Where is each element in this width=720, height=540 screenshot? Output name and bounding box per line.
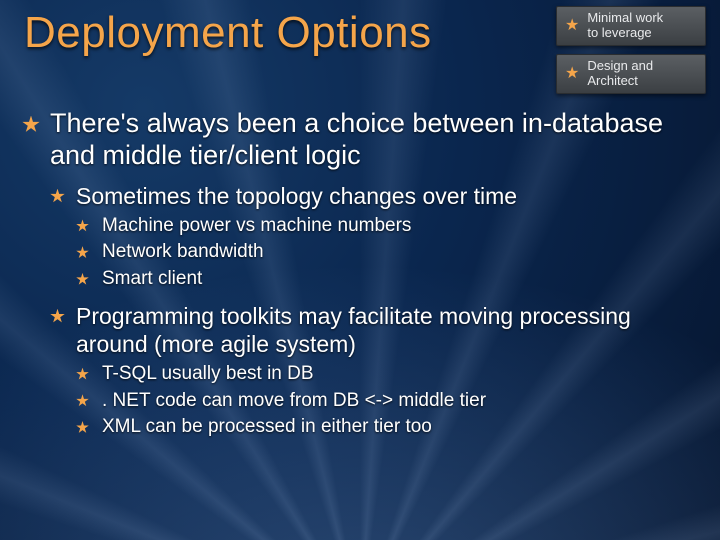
bullet-text: Programming toolkits may facilitate movi… [76, 303, 631, 357]
bullet-text: Smart client [102, 268, 202, 289]
bullet-text: Sometimes the topology changes over time [76, 183, 517, 209]
slide-body: There's always been a choice between in-… [22, 108, 698, 450]
list-item: T-SQL usually best in DB [76, 362, 698, 387]
bullet-text: . NET code can move from DB <-> middle t… [102, 390, 486, 411]
bullet-text: Network bandwidth [102, 241, 264, 262]
list-item: Machine power vs machine numbers [76, 214, 698, 239]
list-item: . NET code can move from DB <-> middle t… [76, 389, 698, 414]
list-item: Programming toolkits may facilitate movi… [50, 302, 698, 440]
bullet-text: XML can be processed in either tier too [102, 416, 432, 437]
list-item: Sometimes the topology changes over time… [50, 182, 698, 292]
badge-minimal-work: ★ Minimal work to leverage [556, 6, 706, 46]
badge-stack: ★ Minimal work to leverage ★ Design and … [556, 6, 706, 94]
list-item: Network bandwidth [76, 240, 698, 265]
bullet-text: T-SQL usually best in DB [102, 363, 314, 384]
badge-line: Minimal work [587, 10, 663, 25]
list-item: XML can be processed in either tier too [76, 415, 698, 440]
list-item: There's always been a choice between in-… [22, 108, 698, 440]
badge-line: Design and [587, 58, 653, 73]
slide-title: Deployment Options [24, 8, 432, 58]
bullet-list-level2: Sometimes the topology changes over time… [50, 182, 698, 440]
bullet-list-level1: There's always been a choice between in-… [22, 108, 698, 440]
bullet-text: There's always been a choice between in-… [50, 108, 663, 170]
star-icon: ★ [565, 66, 579, 82]
slide: Deployment Options ★ Minimal work to lev… [0, 0, 720, 540]
badge-text: Design and Architect [587, 59, 653, 89]
bullet-list-level3: T-SQL usually best in DB . NET code can … [76, 362, 698, 440]
badge-line: Architect [587, 73, 638, 88]
bullet-list-level3: Machine power vs machine numbers Network… [76, 214, 698, 292]
badge-text: Minimal work to leverage [587, 11, 663, 41]
badge-line: to leverage [587, 25, 651, 40]
star-icon: ★ [565, 18, 579, 34]
bullet-text: Machine power vs machine numbers [102, 215, 411, 236]
badge-design-architect: ★ Design and Architect [556, 54, 706, 94]
list-item: Smart client [76, 267, 698, 292]
